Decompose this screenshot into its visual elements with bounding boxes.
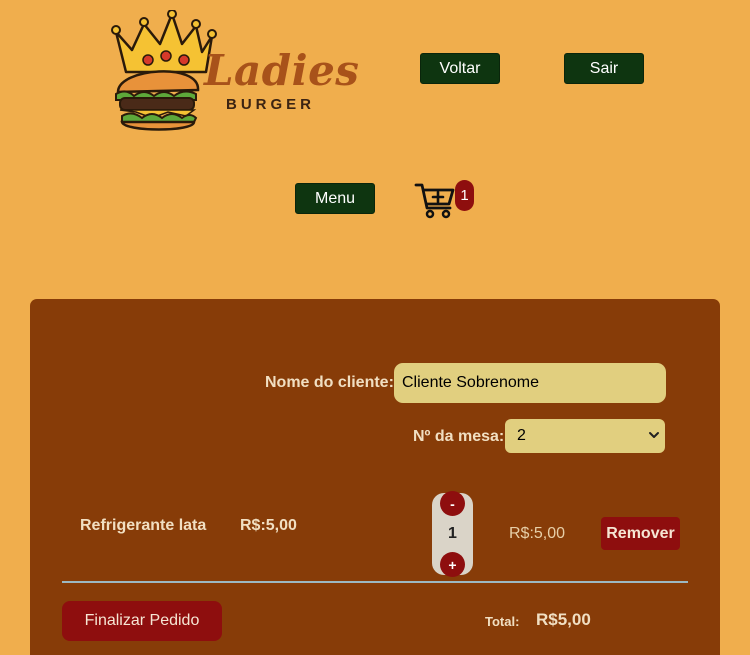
order-panel: Nome do cliente: Cliente Sobrenome Nº da… [30, 299, 720, 655]
crown-burger-icon [111, 10, 217, 131]
table-number-select[interactable]: 2 [505, 419, 665, 453]
item-line-price: R$:5,00 [509, 525, 566, 542]
finalize-order-button[interactable]: Finalizar Pedido [62, 601, 222, 641]
brand-logo: Ladies BURGER [108, 10, 360, 132]
item-unit-price: R$:5,00 [240, 517, 297, 534]
total-label: Total: [485, 614, 520, 629]
back-button[interactable]: Voltar [420, 53, 500, 84]
decrease-quantity-button[interactable]: - [440, 491, 465, 516]
table-number-label: Nº da mesa: [413, 428, 505, 445]
table-number-value: 2 [517, 427, 526, 444]
quantity-value: 1 [448, 525, 457, 542]
logout-button[interactable]: Sair [564, 53, 644, 84]
logo-wordmark: Ladies [204, 46, 360, 95]
increase-quantity-button[interactable]: + [440, 552, 465, 577]
remove-item-button[interactable]: Remover [601, 517, 680, 550]
chevron-down-icon [649, 432, 659, 438]
total-value: R$5,00 [536, 610, 591, 629]
cart-count-badge: 1 [455, 180, 474, 211]
cart-plus-icon[interactable] [414, 180, 456, 220]
divider [62, 581, 688, 583]
item-name: Refrigerante lata [80, 517, 207, 534]
logo-subtitle: BURGER [226, 96, 316, 113]
menu-button[interactable]: Menu [295, 183, 375, 214]
client-name-label: Nome do cliente: [265, 374, 394, 391]
client-name-input[interactable]: Cliente Sobrenome [394, 363, 666, 403]
quantity-stepper: - 1 + [432, 491, 473, 577]
